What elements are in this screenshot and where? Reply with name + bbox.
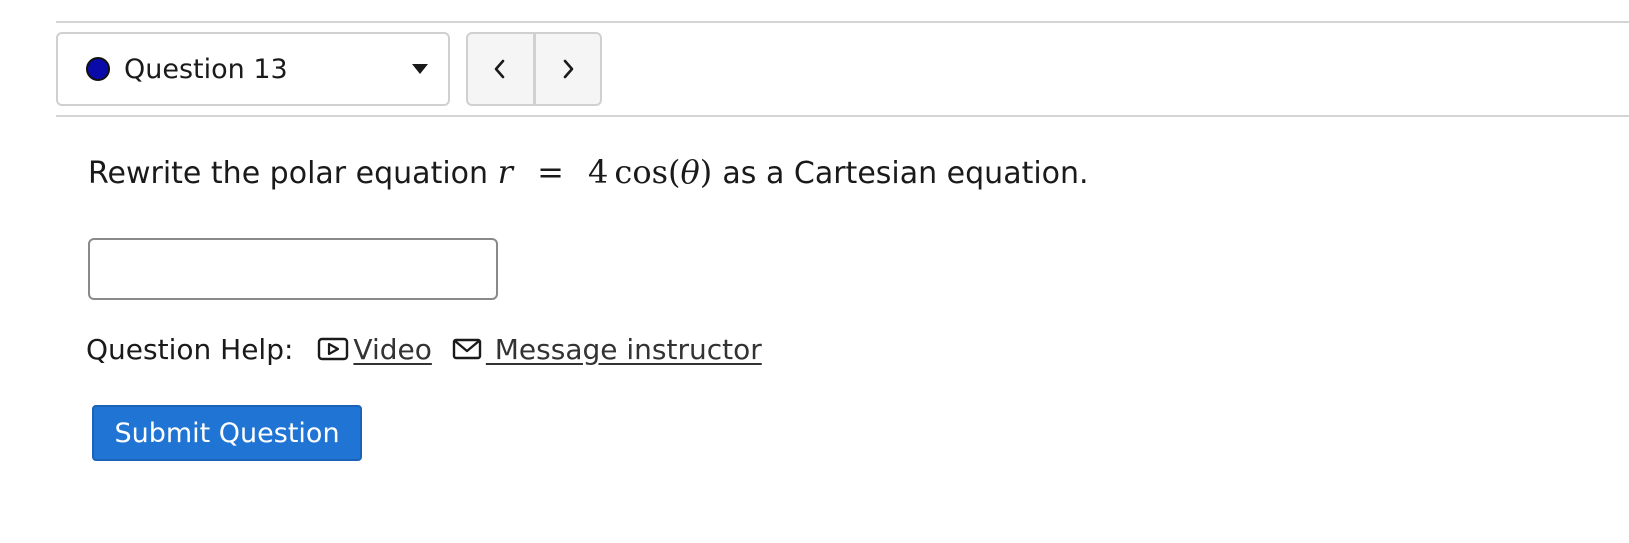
question-prompt: Rewrite the polar equation r = 4 cos(θ) a… bbox=[88, 147, 1089, 199]
math-coefficient: 4 bbox=[588, 153, 609, 191]
envelope-icon bbox=[452, 338, 482, 360]
chevron-left-icon bbox=[494, 59, 505, 79]
video-link[interactable]: Video bbox=[317, 332, 432, 366]
video-link-label: Video bbox=[353, 332, 432, 366]
chevron-right-icon bbox=[563, 59, 574, 79]
math-argument: θ bbox=[680, 153, 700, 191]
top-divider bbox=[56, 21, 1629, 23]
caret-down-icon bbox=[412, 64, 428, 74]
header-divider bbox=[56, 115, 1629, 117]
math-open-paren: ( bbox=[668, 153, 681, 191]
question-help: Question Help: Video Message instructor bbox=[86, 327, 782, 371]
prompt-text-before: Rewrite the polar equation bbox=[88, 156, 489, 191]
message-instructor-link[interactable]: Message instructor bbox=[452, 333, 762, 366]
question-help-label: Question Help: bbox=[86, 332, 294, 366]
next-question-button[interactable] bbox=[532, 34, 601, 104]
polar-equation: r = 4 cos(θ) bbox=[498, 153, 723, 191]
question-nav-group bbox=[466, 32, 602, 106]
question-select-label: Question 13 bbox=[124, 53, 288, 85]
question-select[interactable]: Question 13 bbox=[56, 32, 450, 106]
math-lhs: r bbox=[497, 153, 513, 191]
message-instructor-label: Message instructor bbox=[485, 332, 762, 366]
question-status-dot bbox=[86, 57, 110, 81]
video-icon bbox=[318, 337, 349, 361]
answer-input[interactable] bbox=[88, 238, 498, 300]
submit-question-button[interactable]: Submit Question bbox=[92, 405, 362, 461]
math-function: cos bbox=[614, 153, 669, 191]
previous-question-button[interactable] bbox=[468, 34, 533, 104]
math-equals: = bbox=[537, 153, 564, 191]
math-close-paren: ) bbox=[699, 153, 713, 191]
prompt-text-after: as a Cartesian equation. bbox=[722, 156, 1089, 191]
